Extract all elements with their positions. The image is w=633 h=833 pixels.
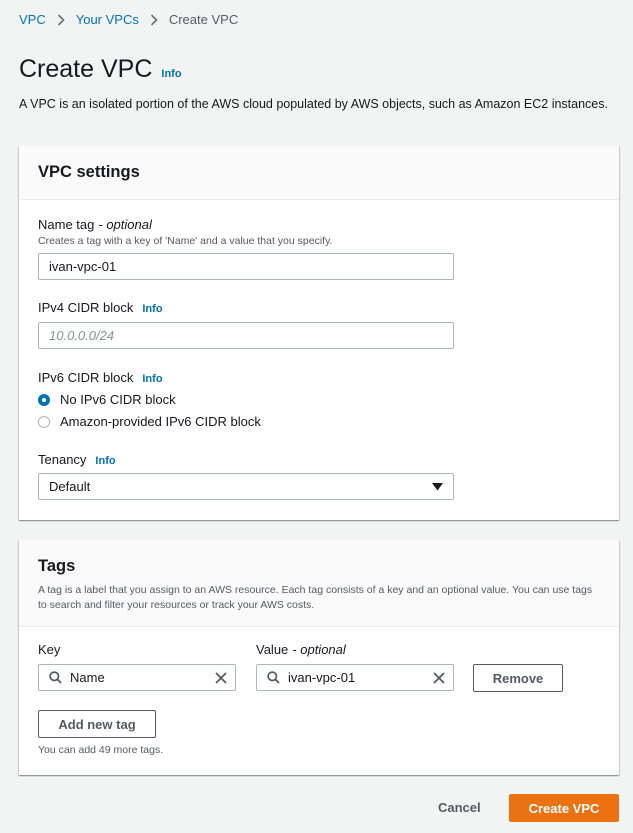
page-info-link[interactable]: Info	[161, 68, 181, 80]
page-title: Create VPC	[19, 55, 153, 83]
name-tag-label-text: Name tag	[38, 217, 95, 232]
tag-value-label: Value - optional	[256, 642, 346, 657]
tag-key-value: Name	[70, 670, 105, 685]
ipv6-label: IPv6 CIDR block Info	[38, 370, 163, 385]
chevron-right-icon	[150, 13, 158, 26]
tag-value-label-text: Value	[256, 642, 289, 657]
ipv4-info-link[interactable]: Info	[142, 303, 162, 315]
vpc-settings-title: VPC settings	[38, 163, 140, 181]
name-tag-optional: - optional	[98, 217, 152, 232]
tags-header: Tags A tag is a label that you assign to…	[19, 540, 619, 627]
ipv4-label: IPv4 CIDR block Info	[38, 300, 163, 315]
name-tag-label: Name tag - optional	[38, 217, 152, 232]
breadcrumb-vpc[interactable]: VPC	[19, 12, 46, 27]
remove-tag-button[interactable]: Remove	[473, 664, 563, 692]
radio-selected-icon[interactable]	[38, 393, 50, 406]
ipv6-option-none-label: No IPv6 CIDR block	[60, 392, 176, 407]
ipv6-label-text: IPv6 CIDR block	[38, 370, 134, 385]
tags-remaining-hint: You can add 49 more tags.	[38, 744, 164, 756]
ipv6-option-amazon[interactable]: Amazon-provided IPv6 CIDR block	[38, 414, 261, 429]
breadcrumb: VPC Your VPCs Create VPC	[19, 12, 238, 27]
search-icon	[49, 671, 62, 684]
tags-title: Tags	[38, 557, 76, 575]
tenancy-select[interactable]: Default	[38, 473, 454, 500]
page-description: A VPC is an isolated portion of the AWS …	[19, 97, 608, 111]
chevron-right-icon	[57, 13, 65, 26]
tags-panel: Tags A tag is a label that you assign to…	[19, 540, 619, 775]
create-vpc-button[interactable]: Create VPC	[509, 794, 619, 822]
vpc-settings-panel: VPC settings Name tag - optional Creates…	[19, 146, 619, 520]
vpc-settings-header: VPC settings	[19, 146, 619, 200]
ipv6-info-link[interactable]: Info	[142, 373, 162, 385]
tenancy-selected-value: Default	[49, 479, 91, 494]
radio-unselected-icon[interactable]	[38, 415, 50, 428]
close-icon[interactable]	[215, 671, 227, 684]
tenancy-label-text: Tenancy	[38, 452, 87, 467]
search-icon	[267, 671, 280, 684]
tags-description: A tag is a label that you assign to an A…	[38, 584, 593, 611]
tag-value-value: ivan-vpc-01	[288, 670, 356, 685]
cancel-button[interactable]: Cancel	[438, 800, 481, 815]
breadcrumb-current: Create VPC	[168, 12, 239, 27]
name-tag-hint: Creates a tag with a key of 'Name' and a…	[38, 235, 333, 247]
breadcrumb-your-vpcs[interactable]: Your VPCs	[76, 12, 139, 27]
tag-key-input[interactable]: Name	[38, 664, 236, 691]
add-new-tag-button[interactable]: Add new tag	[38, 710, 156, 738]
close-icon[interactable]	[433, 671, 445, 684]
tenancy-label: Tenancy Info	[38, 452, 116, 467]
tag-value-input[interactable]: ivan-vpc-01	[256, 664, 454, 691]
page-title-row: Create VPC Info	[19, 55, 182, 84]
caret-down-icon	[432, 482, 443, 491]
ipv6-option-amazon-label: Amazon-provided IPv6 CIDR block	[60, 414, 261, 429]
tag-key-label-text: Key	[38, 642, 61, 657]
tag-value-optional: - optional	[292, 642, 346, 657]
tag-key-label: Key	[38, 642, 60, 657]
ipv6-option-none[interactable]: No IPv6 CIDR block	[38, 392, 176, 407]
tenancy-info-link[interactable]: Info	[95, 455, 115, 467]
ipv4-cidr-input[interactable]	[38, 322, 454, 349]
name-tag-input[interactable]	[38, 253, 454, 280]
ipv4-label-text: IPv4 CIDR block	[38, 300, 134, 315]
